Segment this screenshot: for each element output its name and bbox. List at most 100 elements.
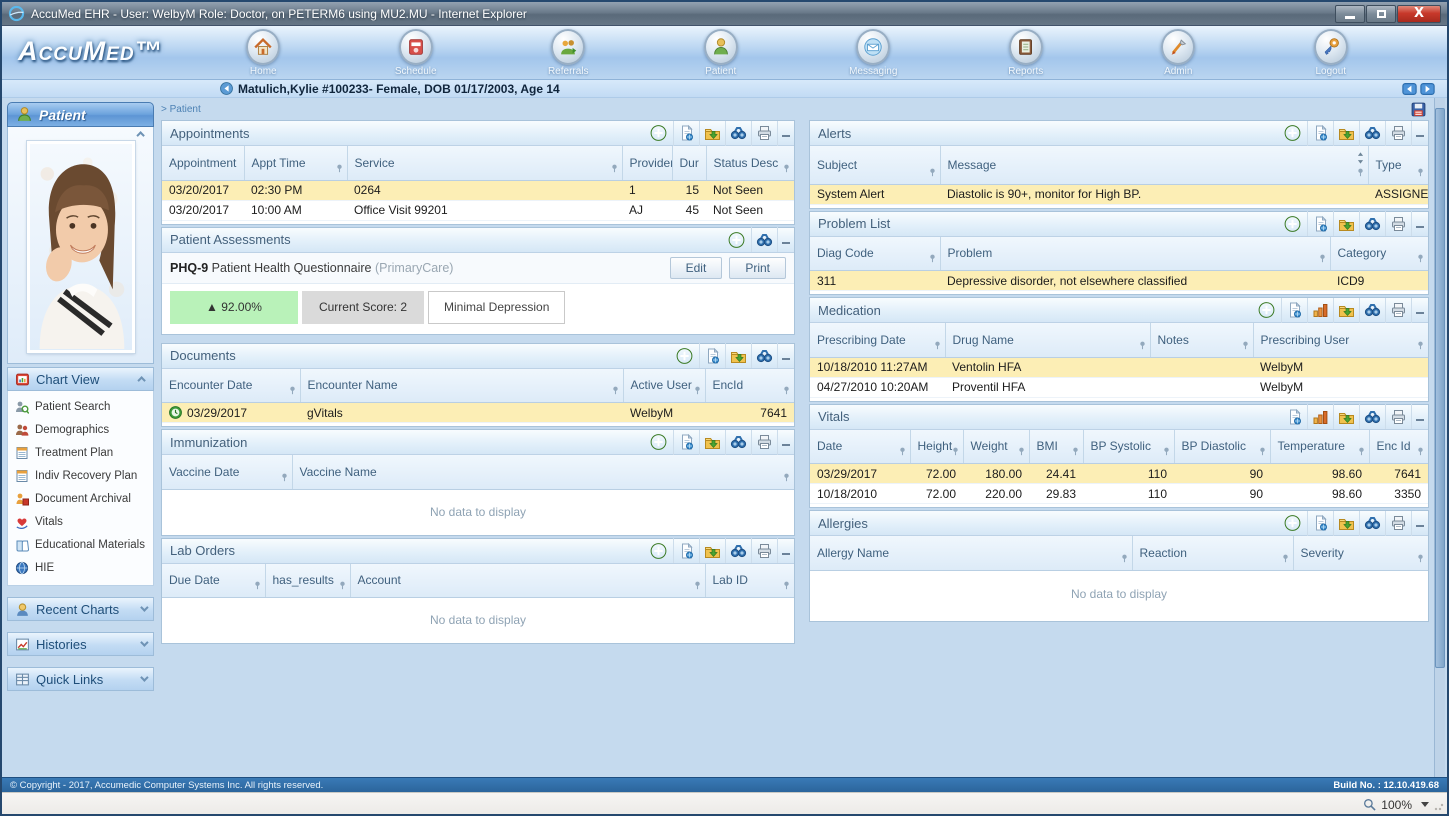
filter-pin-icon[interactable] [899, 447, 906, 456]
column-header[interactable]: Prescribing User [1252, 323, 1428, 358]
filter-pin-icon[interactable] [1242, 341, 1249, 350]
column-header[interactable]: Notes [1149, 323, 1253, 358]
collapse-icon[interactable] [136, 131, 145, 140]
close-window-button[interactable]: X [1397, 4, 1441, 23]
copy-icon[interactable] [1281, 297, 1307, 323]
maximize-window-button[interactable] [1366, 4, 1396, 23]
filter-pin-icon[interactable] [783, 386, 790, 395]
minimize-panel-icon[interactable] [777, 227, 794, 252]
add-icon[interactable] [645, 538, 671, 563]
search-binoculars-icon[interactable] [1359, 120, 1385, 146]
filter-pin-icon[interactable] [934, 341, 941, 350]
minimize-panel-icon[interactable] [1411, 297, 1428, 323]
column-header[interactable]: has_results [264, 563, 350, 598]
filter-pin-icon[interactable] [929, 168, 936, 177]
copy-icon[interactable] [699, 343, 725, 368]
export-icon[interactable] [699, 538, 725, 563]
search-binoculars-icon[interactable] [1359, 510, 1385, 536]
table-row[interactable]: 03/29/2017 72.00 180.00 24.41 110 90 98.… [810, 463, 1428, 484]
filter-pin-icon[interactable] [254, 581, 261, 590]
save-icon[interactable] [1410, 101, 1427, 118]
prev-patient-icon[interactable] [1402, 83, 1417, 95]
print-icon[interactable] [1385, 404, 1411, 429]
column-header[interactable]: Lab ID [704, 563, 794, 598]
export-icon[interactable] [699, 429, 725, 455]
column-header[interactable]: Encounter Date [162, 368, 300, 403]
column-header[interactable]: Enc Id [1368, 429, 1428, 464]
export-icon[interactable] [1333, 404, 1359, 429]
table-row[interactable]: 311 Depressive disorder, not elsewhere c… [810, 270, 1428, 291]
zoom-level[interactable]: 100% [1381, 798, 1412, 812]
filter-pin-icon[interactable] [1417, 554, 1424, 563]
table-row[interactable]: System Alert Diastolic is 90+, monitor f… [810, 184, 1428, 205]
filter-pin-icon[interactable] [1139, 341, 1146, 350]
filter-pin-icon[interactable] [281, 473, 288, 482]
vertical-scrollbar[interactable] [1434, 98, 1445, 777]
filter-pin-icon[interactable] [336, 164, 343, 173]
sidebar-item-demographics[interactable]: Demographics [8, 418, 153, 441]
filter-pin-icon[interactable] [694, 386, 701, 395]
print-icon[interactable] [1385, 297, 1411, 323]
column-header[interactable]: Prescribing Date [810, 323, 945, 358]
nav-schedule[interactable]: Schedule [340, 28, 493, 77]
column-header[interactable]: Height [909, 429, 963, 464]
nav-messaging[interactable]: Messaging [797, 28, 950, 77]
sidebar-item-document-archival[interactable]: Document Archival [8, 487, 153, 510]
export-icon[interactable] [1333, 120, 1359, 146]
minimize-panel-icon[interactable] [777, 538, 794, 563]
minimize-panel-icon[interactable] [777, 429, 794, 455]
column-header[interactable]: BMI [1028, 429, 1083, 464]
column-header[interactable]: Type [1367, 146, 1428, 185]
sidebar-item-educational-materials[interactable]: Educational Materials [8, 533, 153, 556]
copy-icon[interactable] [1307, 120, 1333, 146]
sidebar-section-histories[interactable]: Histories [7, 632, 154, 656]
column-header[interactable]: Appt Time [243, 146, 347, 181]
filter-pin-icon[interactable] [952, 447, 959, 456]
copy-icon[interactable] [1281, 404, 1307, 429]
filter-pin-icon[interactable] [1357, 168, 1364, 177]
filter-pin-icon[interactable] [289, 386, 296, 395]
filter-pin-icon[interactable] [611, 164, 618, 173]
minimize-panel-icon[interactable] [777, 343, 794, 368]
sidebar-item-indiv-recovery-plan[interactable]: Indiv Recovery Plan [8, 464, 153, 487]
add-icon[interactable] [1253, 298, 1279, 323]
search-binoculars-icon[interactable] [1359, 211, 1385, 236]
column-header[interactable]: Appointment [162, 146, 244, 181]
column-header[interactable]: Encounter Name [299, 368, 623, 403]
filter-pin-icon[interactable] [1259, 447, 1266, 456]
sidebar-item-treatment-plan[interactable]: Treatment Plan [8, 441, 153, 464]
filter-pin-icon[interactable] [783, 164, 790, 173]
minimize-panel-icon[interactable] [1411, 211, 1428, 236]
minimize-panel-icon[interactable] [777, 120, 794, 146]
export-icon[interactable] [1333, 510, 1359, 536]
column-header[interactable]: Service [346, 146, 622, 181]
filter-pin-icon[interactable] [339, 581, 346, 590]
sort-icon[interactable] [1357, 152, 1364, 164]
table-row[interactable]: 03/29/2017 gVitals WelbyM 7641 [162, 402, 794, 423]
column-header[interactable]: Weight [962, 429, 1029, 464]
add-icon[interactable] [1279, 211, 1305, 236]
add-icon[interactable] [671, 343, 697, 368]
column-header[interactable]: Dur [671, 146, 706, 181]
sidebar-section-chart-view[interactable]: Chart View [7, 367, 154, 391]
copy-icon[interactable] [673, 538, 699, 563]
export-icon[interactable] [699, 120, 725, 146]
filter-pin-icon[interactable] [1417, 254, 1424, 263]
edit-button[interactable]: Edit [669, 256, 723, 279]
search-binoculars-icon[interactable] [751, 227, 777, 252]
column-header[interactable]: Category [1329, 236, 1428, 271]
column-header[interactable]: Severity [1292, 536, 1428, 571]
add-icon[interactable] [645, 121, 671, 146]
table-row[interactable]: 10/18/2010 72.00 220.00 29.83 110 90 98.… [810, 483, 1428, 504]
add-icon[interactable] [723, 227, 749, 252]
export-icon[interactable] [725, 343, 751, 368]
copy-icon[interactable] [1307, 510, 1333, 536]
export-icon[interactable] [1333, 297, 1359, 323]
resize-grip[interactable] [1434, 801, 1444, 811]
filter-pin-icon[interactable] [612, 386, 619, 395]
sidebar-section-quick-links[interactable]: Quick Links [7, 667, 154, 691]
back-icon[interactable] [220, 82, 233, 95]
filter-pin-icon[interactable] [694, 581, 701, 590]
table-row[interactable]: 03/20/2017 02:30 PM 0264 1 15 Not Seen [162, 180, 794, 201]
copy-icon[interactable] [1307, 211, 1333, 236]
